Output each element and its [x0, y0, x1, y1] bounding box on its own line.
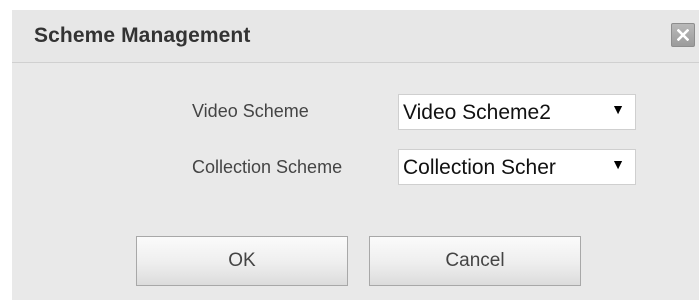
chevron-down-icon: ▼ [611, 156, 625, 172]
close-icon [677, 29, 689, 41]
collection-scheme-value: Collection Scher [403, 156, 556, 179]
video-scheme-label: Video Scheme [192, 101, 309, 121]
video-scheme-select[interactable]: Video Scheme2 ▼ [398, 94, 636, 130]
dialog-titlebar: Scheme Management [12, 10, 699, 63]
chevron-down-icon: ▼ [611, 101, 625, 117]
dialog-title: Scheme Management [34, 24, 251, 47]
scheme-management-dialog: Scheme Management Video Scheme Video Sch… [12, 10, 699, 300]
video-scheme-value: Video Scheme2 [403, 101, 551, 124]
collection-scheme-label: Collection Scheme [192, 157, 343, 177]
close-button[interactable] [671, 23, 695, 47]
collection-scheme-select[interactable]: Collection Scher ▼ [398, 149, 636, 185]
ok-button[interactable]: OK [136, 236, 348, 286]
cancel-button[interactable]: Cancel [369, 236, 581, 286]
